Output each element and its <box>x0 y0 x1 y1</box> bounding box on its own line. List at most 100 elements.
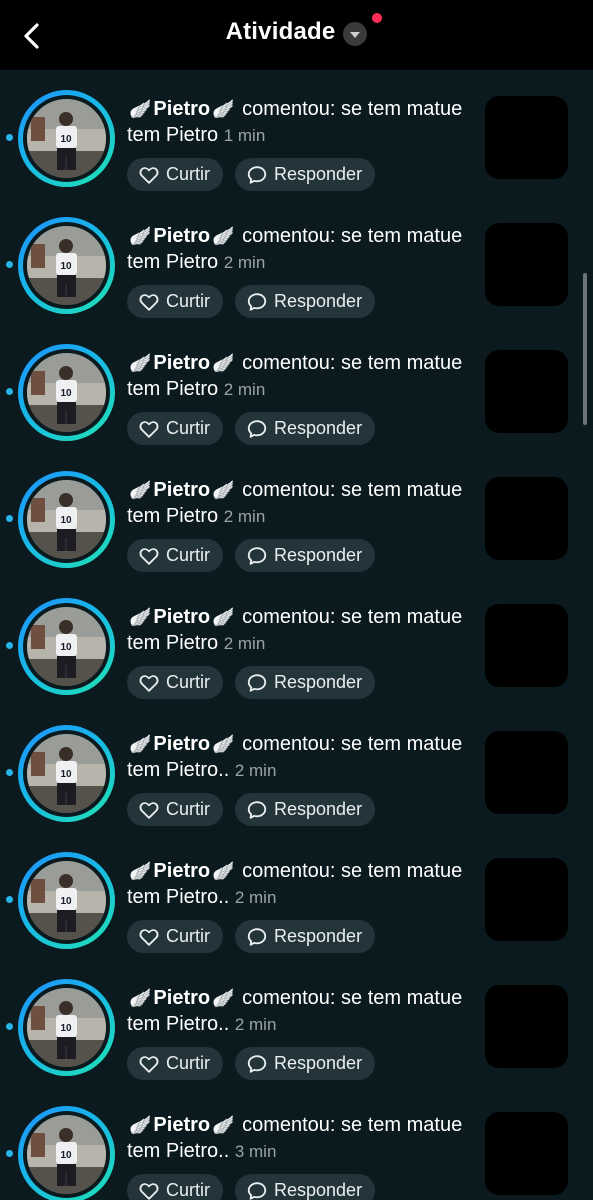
wing-icon: 🪽 <box>129 99 152 119</box>
speech-bubble-icon <box>247 419 267 438</box>
wing-icon: 🪽 <box>212 226 235 246</box>
heart-icon <box>139 801 159 819</box>
action-buttons: Curtir Responder <box>127 412 376 445</box>
svg-text:10: 10 <box>60 134 72 145</box>
avatar[interactable]: 10 <box>18 598 115 695</box>
notification-text: 🪽 Pietro 🪽 comentou: se tem matue tem Piet… <box>127 477 467 530</box>
list-item[interactable]: 10 🪽 Pietro 🪽 comentou: se tem matue tem P… <box>0 959 593 1086</box>
reply-button[interactable]: Responder <box>235 412 376 445</box>
like-button[interactable]: Curtir <box>127 1174 223 1200</box>
reply-button[interactable]: Responder <box>235 793 376 826</box>
username[interactable]: Pietro <box>153 606 210 628</box>
list-item[interactable]: 10 🪽 Pietro 🪽 comentou: se tem matue tem P… <box>0 705 593 832</box>
avatar[interactable]: 10 <box>18 344 115 441</box>
reply-label: Responder <box>274 1180 363 1200</box>
avatar-photo: 10 <box>27 988 106 1067</box>
reply-button[interactable]: Responder <box>235 1174 376 1200</box>
username[interactable]: Pietro <box>153 98 210 120</box>
svg-text:10: 10 <box>60 515 72 526</box>
unread-indicator <box>6 642 13 649</box>
scrollbar[interactable] <box>583 273 587 425</box>
reply-button[interactable]: Responder <box>235 285 376 318</box>
username[interactable]: Pietro <box>153 987 210 1009</box>
avatar[interactable]: 10 <box>18 979 115 1076</box>
caret-down-icon[interactable] <box>343 22 368 46</box>
post-thumbnail[interactable] <box>485 350 568 433</box>
list-item[interactable]: 10 🪽 Pietro 🪽 comentou: se tem matue tem P… <box>0 197 593 324</box>
avatar[interactable]: 10 <box>18 217 115 314</box>
avatar[interactable]: 10 <box>18 90 115 187</box>
action-buttons: Curtir Responder <box>127 1047 376 1080</box>
post-thumbnail[interactable] <box>485 1112 568 1195</box>
timestamp: 2 min <box>234 1015 277 1034</box>
username[interactable]: Pietro <box>153 352 210 374</box>
post-thumbnail[interactable] <box>485 223 568 306</box>
post-thumbnail[interactable] <box>485 985 568 1068</box>
unread-indicator <box>6 388 13 395</box>
svg-text:10: 10 <box>60 261 72 272</box>
reply-button[interactable]: Responder <box>235 666 376 699</box>
post-thumbnail[interactable] <box>485 96 568 179</box>
reply-label: Responder <box>274 672 363 692</box>
like-label: Curtir <box>166 291 210 311</box>
list-item[interactable]: 10 🪽 Pietro 🪽 comentou: se tem matue tem P… <box>0 70 593 197</box>
username[interactable]: Pietro <box>153 1114 210 1136</box>
wing-icon: 🪽 <box>212 353 235 373</box>
unread-indicator <box>6 134 13 141</box>
wing-icon: 🪽 <box>212 480 235 500</box>
like-button[interactable]: Curtir <box>127 1047 223 1080</box>
wing-icon: 🪽 <box>129 480 152 500</box>
like-button[interactable]: Curtir <box>127 793 223 826</box>
like-button[interactable]: Curtir <box>127 285 223 318</box>
reply-button[interactable]: Responder <box>235 920 376 953</box>
page-title: Atividade <box>225 18 336 45</box>
like-label: Curtir <box>166 926 210 946</box>
like-button[interactable]: Curtir <box>127 920 223 953</box>
list-item[interactable]: 10 🪽 Pietro 🪽 comentou: se tem matue tem P… <box>0 1086 593 1200</box>
list-item[interactable]: 10 🪽 Pietro 🪽 comentou: se tem matue tem P… <box>0 832 593 959</box>
like-button[interactable]: Curtir <box>127 666 223 699</box>
svg-text:10: 10 <box>60 1150 72 1161</box>
post-thumbnail[interactable] <box>485 731 568 814</box>
wing-icon: 🪽 <box>129 607 152 627</box>
like-button[interactable]: Curtir <box>127 539 223 572</box>
post-thumbnail[interactable] <box>485 477 568 560</box>
list-item[interactable]: 10 🪽 Pietro 🪽 comentou: se tem matue tem P… <box>0 451 593 578</box>
action-buttons: Curtir Responder <box>127 285 376 318</box>
like-button[interactable]: Curtir <box>127 412 223 445</box>
unread-indicator <box>6 261 13 268</box>
heart-icon <box>139 928 159 946</box>
heart-icon <box>139 420 159 438</box>
avatar[interactable]: 10 <box>18 725 115 822</box>
list-item[interactable]: 10 🪽 Pietro 🪽 comentou: se tem matue tem P… <box>0 324 593 451</box>
notification-text: 🪽 Pietro 🪽 comentou: se tem matue tem Piet… <box>127 731 467 784</box>
timestamp: 2 min <box>223 380 266 399</box>
timestamp: 2 min <box>223 253 266 272</box>
avatar[interactable]: 10 <box>18 852 115 949</box>
username[interactable]: Pietro <box>153 860 210 882</box>
action-buttons: Curtir Responder <box>127 920 376 953</box>
avatar[interactable]: 10 <box>18 1106 115 1200</box>
reply-button[interactable]: Responder <box>235 1047 376 1080</box>
username[interactable]: Pietro <box>153 479 210 501</box>
username[interactable]: Pietro <box>153 225 210 247</box>
like-button[interactable]: Curtir <box>127 158 223 191</box>
post-thumbnail[interactable] <box>485 858 568 941</box>
reply-label: Responder <box>274 926 363 946</box>
reply-button[interactable]: Responder <box>235 539 376 572</box>
username[interactable]: Pietro <box>153 733 210 755</box>
wing-icon: 🪽 <box>212 99 235 119</box>
avatar[interactable]: 10 <box>18 471 115 568</box>
post-thumbnail[interactable] <box>485 604 568 687</box>
avatar-photo: 10 <box>27 607 106 686</box>
activity-list[interactable]: 10 🪽 Pietro 🪽 comentou: se tem matue tem P… <box>0 70 593 1200</box>
action-buttons: Curtir Responder <box>127 539 376 572</box>
like-label: Curtir <box>166 1180 210 1200</box>
like-label: Curtir <box>166 418 210 438</box>
list-item[interactable]: 10 🪽 Pietro 🪽 comentou: se tem matue tem P… <box>0 578 593 705</box>
top-bar: Atividade <box>0 0 593 70</box>
title-area[interactable]: Atividade <box>0 18 593 46</box>
reply-button[interactable]: Responder <box>235 158 376 191</box>
timestamp: 2 min <box>234 761 277 780</box>
unread-indicator <box>6 1023 13 1030</box>
